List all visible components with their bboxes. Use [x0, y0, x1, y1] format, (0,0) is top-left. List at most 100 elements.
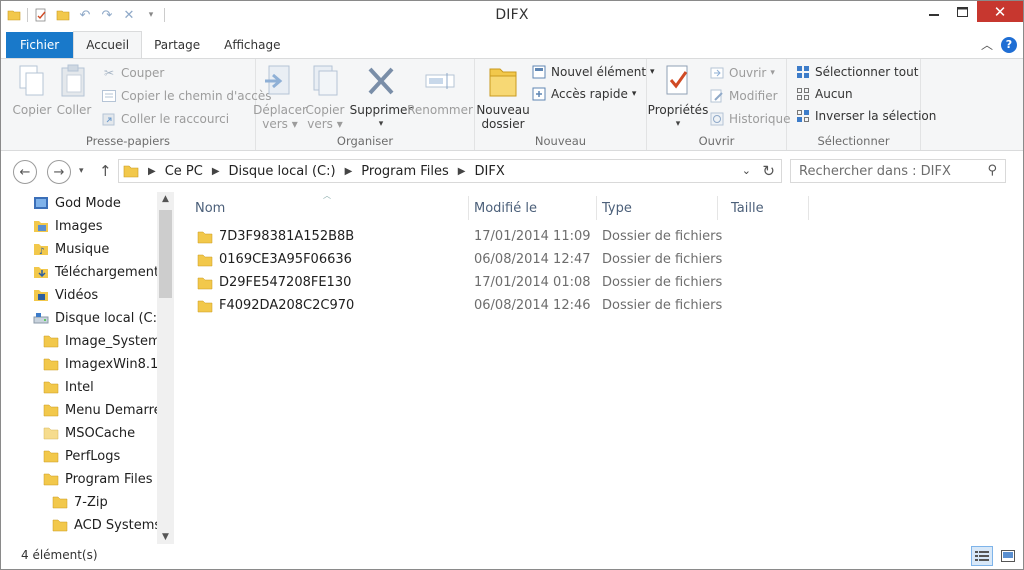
breadcrumb-this-pc[interactable]: Ce PC [165, 164, 203, 179]
tab-share[interactable]: Partage [142, 32, 212, 58]
new-folder-button[interactable]: Nouveau dossier [476, 63, 530, 131]
item-count: 4 élément(s) [21, 548, 98, 562]
nav-item-7zip[interactable]: 7-Zip [52, 491, 108, 513]
file-modified: 06/08/2014 12:47 [474, 252, 591, 267]
maximize-button[interactable] [948, 1, 977, 22]
search-input[interactable]: Rechercher dans : DIFX ⚲ [790, 159, 1006, 183]
table-row[interactable]: F4092DA208C2C970 06/08/2014 12:46 Dossie… [189, 295, 799, 317]
folder-icon [197, 230, 213, 244]
organize-group-label: Organiser [336, 134, 394, 148]
forward-arrow-icon: → [53, 164, 65, 180]
table-row[interactable]: 7D3F98381A152B8B 17/01/2014 11:09 Dossie… [189, 226, 799, 248]
copy-path-button[interactable]: Copier le chemin d'accès [101, 88, 271, 104]
select-all-icon [795, 64, 811, 80]
breadcrumb-program-files[interactable]: Program Files [361, 164, 449, 179]
details-view-button[interactable] [971, 546, 993, 566]
nav-item-imagexwin[interactable]: ImagexWin8.1x6 [43, 353, 174, 375]
nav-item-images[interactable]: Images [33, 215, 103, 237]
nav-item-videos[interactable]: Vidéos [33, 284, 98, 306]
breadcrumb-separator-icon: ▶ [457, 165, 466, 177]
new-group-label: Nouveau [534, 134, 587, 148]
breadcrumb-separator-icon: ▶ [211, 165, 220, 177]
address-dropdown-icon[interactable]: ⌄ [742, 164, 751, 177]
copy-button[interactable]: Copier [11, 63, 53, 117]
clipboard-group-label: Presse-papiers [85, 134, 171, 148]
table-row[interactable]: D29FE547208FE130 17/01/2014 01:08 Dossie… [189, 272, 799, 294]
nav-item-menu-demarrer[interactable]: Menu Demarrer [43, 399, 167, 421]
file-name: 0169CE3A95F06636 [219, 252, 352, 267]
column-header-size[interactable]: Taille [717, 196, 809, 220]
cut-button[interactable]: ✂ Couper [101, 65, 164, 81]
invert-selection-button[interactable]: Inverser la sélection [795, 108, 936, 124]
music-icon: ♪ [33, 242, 49, 257]
nav-item-acd-systems[interactable]: ACD Systems [52, 514, 161, 536]
forward-button[interactable]: → [47, 160, 71, 184]
folder-icon [52, 495, 68, 509]
column-header-modified[interactable]: Modifié le [460, 196, 597, 220]
breadcrumb-difx[interactable]: DIFX [475, 164, 505, 179]
delete-button[interactable]: Supprimer ▾ [350, 63, 412, 131]
file-type: Dossier de fichiers [602, 275, 723, 290]
folder-icon [43, 426, 59, 440]
open-button[interactable]: Ouvrir ▾ [709, 65, 775, 81]
search-icon[interactable]: ⚲ [987, 163, 997, 178]
new-group: Nouveau dossier Nouvel élément ▾ Accès r… [475, 59, 655, 150]
column-header-name[interactable]: ︿ Nom [181, 191, 469, 220]
file-list: ︿ Nom Modifié le Type Taille 7D3F98381A1… [181, 191, 1023, 544]
clipboard-group: Copier Coller ✂ Couper Copier le chemin … [1, 59, 271, 150]
nav-item-msocache[interactable]: MSOCache [43, 422, 135, 444]
breadcrumb-separator-icon: ▶ [148, 165, 156, 177]
nav-item-intel[interactable]: Intel [43, 376, 94, 398]
rename-button[interactable]: Renommer [407, 63, 473, 117]
folder-icon [52, 518, 68, 532]
properties-button[interactable]: Propriétés ▾ [648, 63, 708, 131]
paste-button[interactable]: Coller [56, 63, 92, 117]
edit-button[interactable]: Modifier [709, 88, 778, 104]
breadcrumb-local-disk[interactable]: Disque local (C:) [229, 164, 336, 179]
close-button[interactable]: ✕ [977, 1, 1023, 22]
nav-item-god-mode[interactable]: God Mode [33, 192, 121, 214]
nav-item-perflogs[interactable]: PerfLogs [43, 445, 120, 467]
tab-home[interactable]: Accueil [73, 31, 143, 58]
move-to-button[interactable]: Déplacer vers ▾ [253, 63, 307, 131]
nav-item-local-disk[interactable]: Disque local (C:) [33, 307, 162, 329]
column-header-type[interactable]: Type [588, 196, 718, 220]
select-none-button[interactable]: Aucun [795, 86, 853, 102]
up-button[interactable]: ↑ [99, 162, 112, 180]
select-all-button[interactable]: Sélectionner tout [795, 64, 918, 80]
explorer-window: ↶ ↷ ✕ ▾ DIFX ✕ Fichier Accueil Partage A… [0, 0, 1024, 570]
large-icons-view-button[interactable] [997, 546, 1019, 566]
copy-to-button[interactable]: Copier vers ▾ [305, 63, 345, 131]
address-bar[interactable]: ▶ Ce PC ▶ Disque local (C:) ▶ Program Fi… [118, 159, 782, 183]
nav-pane-scrollbar[interactable]: ▲ ▼ [157, 192, 174, 544]
folder-icon [43, 334, 59, 348]
paste-icon [57, 63, 91, 99]
paste-shortcut-button[interactable]: Coller le raccourci [101, 111, 229, 127]
select-group: Sélectionner tout Aucun Inverser la séle… [787, 59, 936, 150]
folder-icon [197, 253, 213, 267]
select-none-icon [795, 86, 811, 102]
tab-file[interactable]: Fichier [6, 32, 74, 58]
easy-access-button[interactable]: Accès rapide ▾ [531, 86, 636, 102]
nav-item-program-files[interactable]: Program Files [43, 468, 153, 490]
new-item-button[interactable]: Nouvel élément ▾ [531, 64, 655, 80]
nav-item-music[interactable]: ♪ Musique [33, 238, 109, 260]
recent-locations-chevron-icon[interactable]: ▾ [79, 166, 84, 176]
history-button[interactable]: Historique [709, 111, 791, 127]
open-icon [709, 65, 725, 81]
back-button[interactable]: ← [13, 160, 37, 184]
folder-icon [197, 276, 213, 290]
scroll-down-icon[interactable]: ▼ [160, 532, 171, 542]
nav-item-downloads[interactable]: Téléchargements [33, 261, 166, 283]
help-icon[interactable]: ? [1001, 36, 1017, 53]
refresh-icon[interactable]: ↻ [762, 162, 775, 180]
collapse-ribbon-icon[interactable]: ︿ [981, 36, 993, 53]
nav-item-image-systeme[interactable]: Image_Systeme [43, 330, 169, 352]
tab-view[interactable]: Affichage [212, 32, 292, 58]
scroll-up-icon[interactable]: ▲ [160, 194, 171, 204]
scrollbar-thumb[interactable] [159, 210, 172, 298]
invert-selection-icon [795, 108, 811, 124]
minimize-button[interactable] [919, 1, 948, 22]
folder-icon [43, 357, 59, 371]
table-row[interactable]: 0169CE3A95F06636 06/08/2014 12:47 Dossie… [189, 249, 799, 271]
